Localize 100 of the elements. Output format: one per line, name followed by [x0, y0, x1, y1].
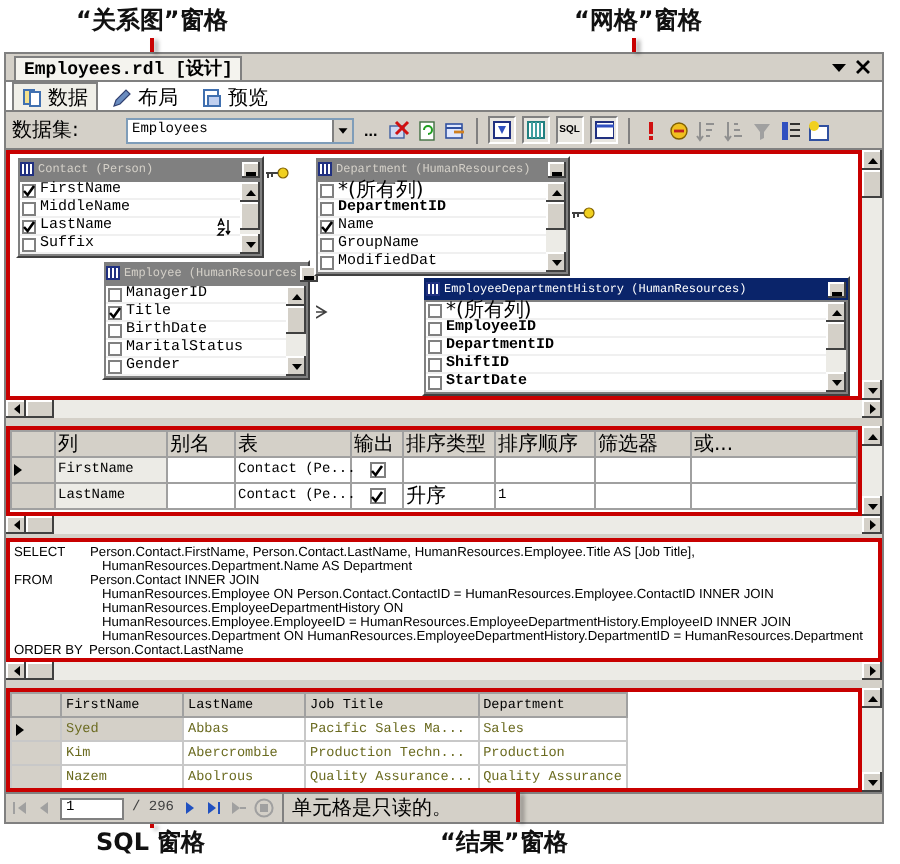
- row-selector[interactable]: [11, 457, 55, 483]
- scroll-thumb[interactable]: [286, 306, 306, 334]
- column-header[interactable]: 排序类型: [403, 431, 495, 457]
- grid-cell[interactable]: [691, 483, 857, 509]
- diagram-pane-toggle[interactable]: [487, 116, 516, 144]
- scroll-button[interactable]: [240, 234, 260, 254]
- grid-cell[interactable]: [691, 457, 857, 483]
- grid-cell[interactable]: [351, 483, 403, 509]
- delete-icon[interactable]: [387, 119, 410, 141]
- checkbox[interactable]: [108, 341, 122, 355]
- refresh-icon[interactable]: [415, 119, 438, 141]
- dropdown-icon[interactable]: [832, 60, 846, 74]
- grid-cell[interactable]: [167, 457, 235, 483]
- scrollbar[interactable]: [6, 400, 882, 418]
- checkbox[interactable]: [320, 219, 334, 233]
- scroll-button[interactable]: [6, 516, 26, 534]
- checkbox[interactable]: [369, 488, 385, 504]
- column-header[interactable]: 表: [235, 431, 351, 457]
- scroll-button[interactable]: [862, 426, 882, 446]
- add-table-icon[interactable]: [807, 119, 830, 141]
- column-header[interactable]: 别名: [167, 431, 235, 457]
- scroll-thumb[interactable]: [862, 170, 882, 198]
- scroll-button[interactable]: [862, 662, 882, 680]
- scroll-button[interactable]: [862, 688, 882, 708]
- checkbox[interactable]: [320, 183, 334, 197]
- checkbox[interactable]: [428, 321, 442, 335]
- column-header[interactable]: 筛选器: [595, 431, 691, 457]
- scroll-button[interactable]: [862, 772, 882, 792]
- scroll-thumb[interactable]: [240, 202, 260, 230]
- checkbox[interactable]: [108, 287, 122, 301]
- grid-cell[interactable]: [403, 457, 495, 483]
- minimize-button[interactable]: [242, 161, 260, 177]
- next-record-icon[interactable]: [182, 800, 199, 816]
- grid-pane-toggle[interactable]: [521, 116, 550, 144]
- checkbox[interactable]: [428, 357, 442, 371]
- row-selector[interactable]: [11, 717, 61, 741]
- minimize-button[interactable]: [828, 281, 846, 297]
- tab[interactable]: 数据: [12, 82, 98, 110]
- scroll-button[interactable]: [286, 286, 306, 306]
- grid-cell[interactable]: [495, 457, 595, 483]
- scroll-thumb[interactable]: [26, 400, 54, 418]
- scroll-button[interactable]: [6, 400, 26, 418]
- checkbox[interactable]: [108, 305, 122, 319]
- column-header[interactable]: 列: [55, 431, 167, 457]
- close-icon[interactable]: [856, 60, 870, 74]
- scroll-button[interactable]: [862, 496, 882, 516]
- scrollbar[interactable]: [546, 182, 566, 272]
- results-pane-toggle[interactable]: [589, 116, 618, 144]
- tab[interactable]: 预览: [192, 82, 278, 110]
- grid-cell[interactable]: [351, 457, 403, 483]
- checkbox[interactable]: [428, 339, 442, 353]
- grid-cell[interactable]: [595, 457, 691, 483]
- scroll-button[interactable]: [6, 662, 26, 680]
- grid-cell[interactable]: 升序: [403, 483, 495, 509]
- column-header[interactable]: 输出: [351, 431, 403, 457]
- checkbox[interactable]: [320, 237, 334, 251]
- scroll-button[interactable]: [862, 380, 882, 400]
- scrollbar[interactable]: [826, 302, 846, 392]
- scroll-button[interactable]: [862, 516, 882, 534]
- scroll-thumb[interactable]: [26, 516, 54, 534]
- column-header[interactable]: 排序顺序: [495, 431, 595, 457]
- checkbox[interactable]: [320, 255, 334, 269]
- checkbox[interactable]: [108, 359, 122, 373]
- scroll-button[interactable]: [826, 372, 846, 392]
- checkbox[interactable]: [428, 375, 442, 389]
- group-icon[interactable]: [779, 119, 802, 141]
- verify-icon[interactable]: [667, 119, 690, 141]
- checkbox[interactable]: [428, 303, 442, 317]
- scroll-button[interactable]: [240, 182, 260, 202]
- checkbox[interactable]: [108, 323, 122, 337]
- last-record-icon[interactable]: [206, 800, 223, 816]
- scrollbar[interactable]: [286, 286, 306, 376]
- scroll-button[interactable]: [826, 302, 846, 322]
- checkbox[interactable]: [22, 237, 36, 251]
- table-icon[interactable]: [443, 119, 466, 141]
- scroll-button[interactable]: [546, 182, 566, 202]
- scroll-button[interactable]: [862, 400, 882, 418]
- scroll-thumb[interactable]: [826, 322, 846, 350]
- tab[interactable]: 布局: [102, 82, 188, 110]
- scroll-button[interactable]: [286, 356, 306, 376]
- ellipsis-button[interactable]: ...: [360, 121, 382, 139]
- scrollbar[interactable]: [6, 516, 882, 534]
- scroll-button[interactable]: [862, 150, 882, 170]
- checkbox[interactable]: [369, 462, 385, 478]
- checkbox[interactable]: [22, 219, 36, 233]
- checkbox[interactable]: [320, 201, 334, 215]
- scrollbar[interactable]: [240, 182, 260, 254]
- scrollbar[interactable]: [862, 688, 882, 792]
- column-header[interactable]: 或...: [691, 431, 857, 457]
- checkbox[interactable]: [22, 201, 36, 215]
- scroll-button[interactable]: [546, 252, 566, 272]
- grid-cell[interactable]: [167, 483, 235, 509]
- document-tab[interactable]: Employees.rdl [设计]: [14, 56, 243, 80]
- minimize-button[interactable]: [548, 161, 566, 177]
- scroll-thumb[interactable]: [546, 202, 566, 230]
- scrollbar[interactable]: [6, 662, 882, 680]
- scroll-thumb[interactable]: [26, 662, 54, 680]
- sql-pane[interactable]: [6, 538, 882, 662]
- grid-cell[interactable]: [595, 483, 691, 509]
- scrollbar[interactable]: [862, 426, 882, 516]
